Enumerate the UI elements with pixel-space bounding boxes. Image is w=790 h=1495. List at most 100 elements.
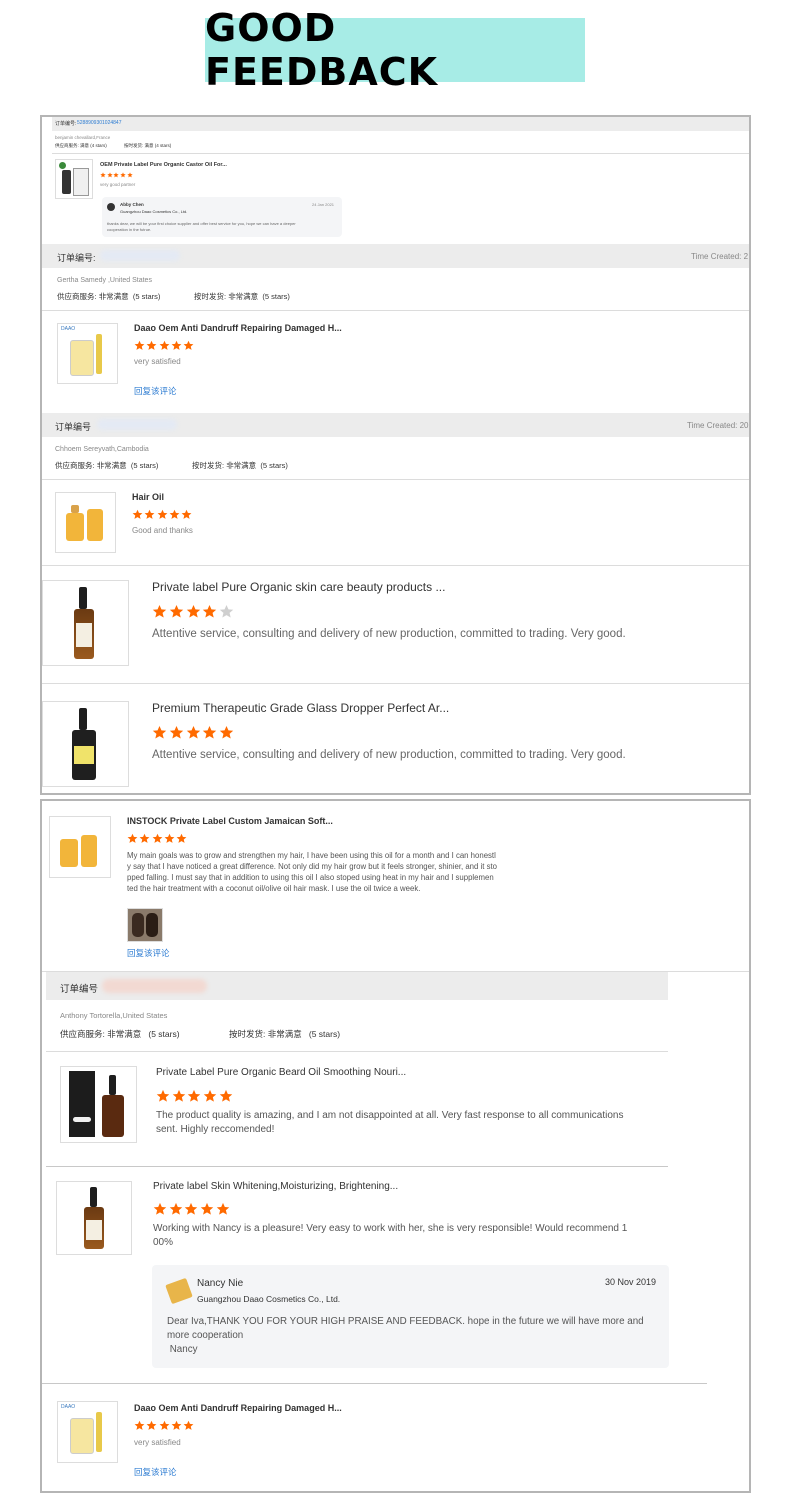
star-filled-icon bbox=[172, 1089, 185, 1102]
avatar bbox=[165, 1277, 193, 1305]
star-filled-icon bbox=[200, 1202, 214, 1215]
dropper-image bbox=[96, 334, 102, 374]
box-image bbox=[73, 168, 89, 196]
reply-comment-link[interactable]: 回复该评论 bbox=[134, 385, 177, 397]
star-filled-icon bbox=[169, 604, 183, 618]
star-filled-icon bbox=[188, 1089, 201, 1102]
product-thumbnail[interactable]: DAAO bbox=[57, 1401, 118, 1463]
comment-line: y say that I have noticed a great differ… bbox=[127, 862, 497, 871]
product-thumbnail[interactable] bbox=[49, 816, 111, 878]
star-filled-icon bbox=[157, 509, 168, 519]
star-filled-icon bbox=[169, 725, 183, 739]
star-filled-icon bbox=[186, 604, 200, 618]
reply-comment-link[interactable]: 回复该评论 bbox=[127, 947, 170, 959]
redacted-order-number bbox=[102, 979, 207, 993]
star-filled-icon bbox=[159, 1420, 170, 1430]
order-number-link[interactable]: 5288909301024847 bbox=[77, 120, 122, 126]
bottle-image bbox=[87, 509, 103, 541]
divider bbox=[52, 153, 749, 154]
comment-line: The product quality is amazing, and I am… bbox=[156, 1110, 624, 1121]
buyer-name: benjamin chevallard,France bbox=[55, 135, 111, 140]
star-filled-icon bbox=[220, 725, 234, 739]
star-filled-icon bbox=[153, 1202, 167, 1215]
reply-date: 24 Jan 2021 bbox=[312, 202, 335, 207]
star-filled-icon bbox=[152, 833, 163, 843]
bottle-label bbox=[74, 746, 94, 764]
star-filled-icon bbox=[183, 340, 194, 350]
buyer-name: Anthony Tortorella,United States bbox=[60, 1011, 168, 1020]
product-title[interactable]: Private label Pure Organic skin care bea… bbox=[152, 580, 445, 594]
feedback-panel-1: 订单编号: 5288909301024847 benjamin chevalla… bbox=[40, 115, 751, 795]
shipping-rating: 按时发货: 非常满意 (5 stars) bbox=[229, 1029, 341, 1039]
product-title[interactable]: Hair Oil bbox=[132, 492, 164, 502]
product-title[interactable]: Premium Therapeutic Grade Glass Dropper … bbox=[152, 701, 449, 715]
star-filled-icon bbox=[144, 509, 155, 519]
reply-text-line: cooperation in the futrue. bbox=[107, 227, 152, 232]
rating-stars bbox=[153, 1202, 231, 1216]
product-thumbnail[interactable] bbox=[55, 492, 116, 553]
product-thumbnail[interactable]: DAAO bbox=[57, 323, 118, 384]
star-filled-icon bbox=[186, 725, 200, 739]
rating-stars bbox=[152, 604, 236, 619]
comment-text: very good partner bbox=[100, 182, 136, 187]
order-label: 订单编号: bbox=[57, 253, 96, 263]
redacted-order-number bbox=[100, 250, 180, 261]
star-filled-icon bbox=[164, 833, 175, 843]
review-photo[interactable] bbox=[127, 908, 163, 942]
bottle-image bbox=[70, 1418, 94, 1454]
comment-line: My main goals was to grow and strengthen… bbox=[127, 851, 496, 860]
rating-stars bbox=[127, 833, 189, 844]
star-filled-icon bbox=[169, 1202, 182, 1215]
order-header bbox=[52, 117, 749, 131]
product-thumbnail[interactable] bbox=[55, 159, 93, 199]
banner-title: GOOD FEEDBACK bbox=[205, 6, 439, 94]
box-image bbox=[69, 1071, 95, 1137]
avatar bbox=[107, 203, 115, 211]
feedback-panel-2: INSTOCK Private Label Custom Jamaican So… bbox=[40, 799, 751, 1493]
star-filled-icon bbox=[203, 725, 217, 739]
order-label: 订单编号 bbox=[55, 422, 92, 432]
dropper-cap bbox=[71, 505, 79, 513]
service-rating: 供应商服务: 满意 (4 stars) bbox=[55, 143, 107, 148]
organic-badge-icon bbox=[59, 162, 66, 169]
dropper-cap bbox=[90, 1187, 97, 1207]
comment-text: very satisfied bbox=[134, 1438, 181, 1447]
product-title[interactable]: OEM Private Label Pure Organic Castor Oi… bbox=[100, 162, 227, 168]
divider bbox=[46, 1051, 668, 1052]
rating-stars bbox=[156, 1089, 234, 1103]
divider bbox=[46, 1166, 668, 1167]
product-thumbnail[interactable] bbox=[42, 580, 129, 666]
product-title[interactable]: Private Label Pure Organic Beard Oil Smo… bbox=[156, 1067, 406, 1078]
bottle-image bbox=[70, 340, 94, 376]
bottle-image bbox=[60, 839, 78, 867]
reply-name: Nancy Nie bbox=[197, 1278, 244, 1289]
star-filled-icon bbox=[156, 1089, 170, 1102]
product-title[interactable]: INSTOCK Private Label Custom Jamaican So… bbox=[127, 816, 333, 826]
service-rating: 供应商服务: 非常满意 (5 stars) bbox=[60, 1029, 180, 1039]
comment-text: Attentive service, consulting and delive… bbox=[152, 749, 626, 761]
supplier-reply: Nancy Nie Guangzhou Daao Cosmetics Co., … bbox=[152, 1265, 669, 1368]
star-empty-icon bbox=[220, 604, 234, 618]
star-filled-icon bbox=[152, 604, 167, 618]
divider bbox=[42, 683, 749, 684]
shipping-rating: 按时发货: 非常满意 (5 stars) bbox=[192, 461, 288, 470]
bottle-image bbox=[62, 170, 71, 194]
product-title[interactable]: Private label Skin Whitening,Moisturizin… bbox=[153, 1181, 398, 1192]
star-filled-icon bbox=[152, 725, 167, 739]
product-title[interactable]: Daao Oem Anti Dandruff Repairing Damaged… bbox=[134, 323, 342, 333]
star-filled-icon bbox=[134, 1420, 145, 1430]
star-filled-icon bbox=[171, 1420, 182, 1430]
divider bbox=[42, 565, 749, 566]
reply-comment-link[interactable]: 回复该评论 bbox=[134, 1466, 177, 1478]
product-thumbnail[interactable] bbox=[56, 1181, 132, 1255]
product-title[interactable]: Daao Oem Anti Dandruff Repairing Damaged… bbox=[134, 1403, 342, 1413]
star-filled-icon bbox=[203, 604, 217, 618]
comment-text: Attentive service, consulting and delive… bbox=[152, 628, 626, 640]
comment-line: sent. Highly reccomended! bbox=[156, 1124, 275, 1135]
comment-line: ted the hair treatment with a coconut oi… bbox=[127, 884, 421, 893]
reply-text-line: Dear Iva,THANK YOU FOR YOUR HIGH PRAISE … bbox=[167, 1316, 644, 1327]
dropper-cap bbox=[109, 1075, 116, 1095]
product-thumbnail[interactable] bbox=[42, 701, 129, 787]
redacted-order-number bbox=[97, 419, 177, 430]
product-thumbnail[interactable] bbox=[60, 1066, 137, 1143]
